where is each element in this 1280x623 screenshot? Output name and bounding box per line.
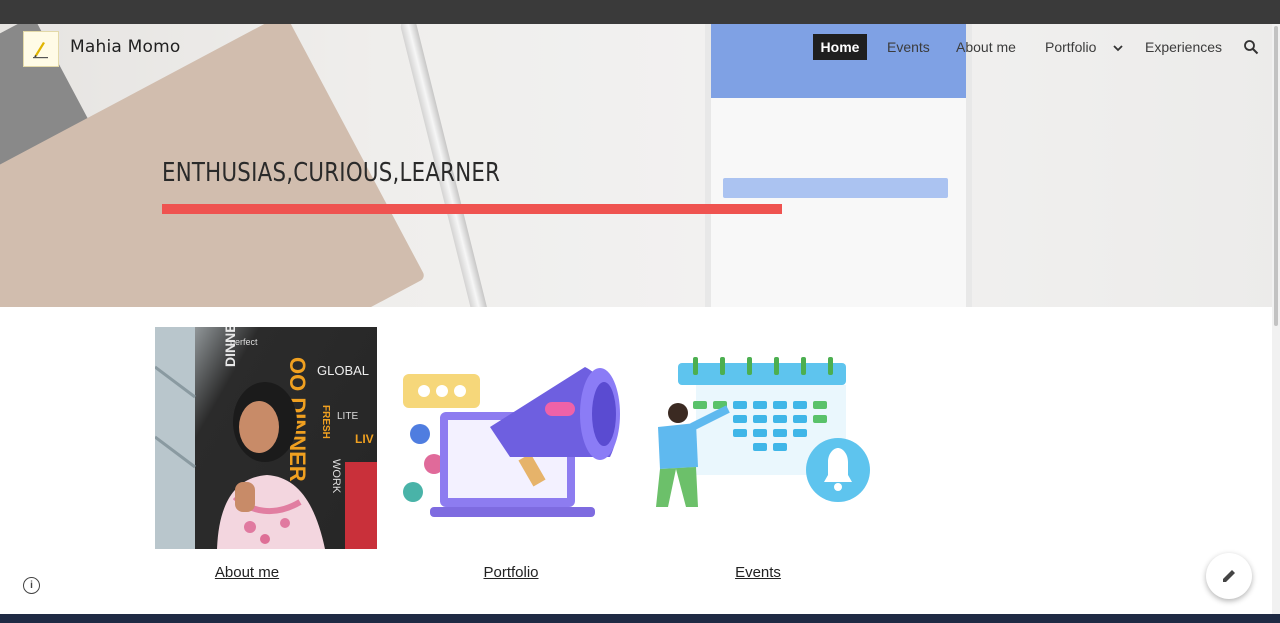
portfolio-illustration[interactable]: [400, 327, 622, 549]
logo-icon: [33, 42, 48, 59]
svg-text:LIV: LIV: [355, 432, 374, 446]
chevron-down-icon[interactable]: [1110, 34, 1126, 60]
nav-item-portfolio[interactable]: Portfolio: [1045, 34, 1096, 60]
svg-text:FRESH: FRESH: [320, 405, 331, 439]
svg-text:WORK: WORK: [330, 459, 342, 494]
svg-text:LITE: LITE: [337, 411, 358, 422]
hero-underline: [162, 204, 782, 214]
pencil-icon: [1223, 570, 1235, 582]
hero-headline: ENTHUSIAS,CURIOUS,LEARNER: [162, 158, 501, 188]
events-illustration[interactable]: [648, 327, 870, 549]
site-logo[interactable]: [23, 31, 59, 67]
site-title[interactable]: Mahia Momo: [70, 37, 180, 57]
card-link-events[interactable]: Events: [647, 564, 869, 581]
scrollbar-thumb[interactable]: [1274, 26, 1278, 326]
card-link-about-me[interactable]: About me: [136, 564, 358, 581]
svg-text:GLOBAL: GLOBAL: [317, 363, 369, 378]
search-icon[interactable]: [1243, 34, 1261, 60]
nav-item-about-me[interactable]: About me: [956, 34, 1016, 60]
nav-item-home[interactable]: Home: [813, 34, 867, 60]
os-taskbar: [0, 614, 1280, 623]
browser-top-bar: [0, 0, 1280, 24]
info-icon[interactable]: i: [23, 577, 40, 594]
card-link-portfolio[interactable]: Portfolio: [400, 564, 622, 581]
nav-item-events[interactable]: Events: [887, 34, 930, 60]
nav-item-experiences[interactable]: Experiences: [1145, 34, 1222, 60]
edit-button[interactable]: [1206, 553, 1252, 599]
about-me-photo[interactable]: perfect DINNER OO DINNER GLOBAL FRESH LI…: [155, 327, 377, 549]
page-scrollbar[interactable]: [1272, 24, 1280, 614]
svg-text:DINNER: DINNER: [222, 327, 238, 367]
